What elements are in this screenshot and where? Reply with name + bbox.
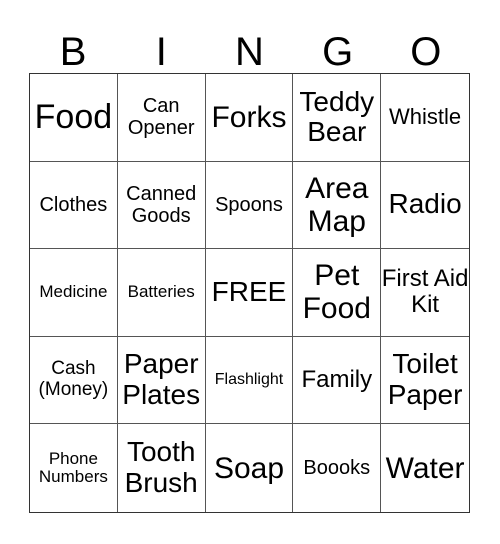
bingo-cell[interactable]: Canned Goods xyxy=(117,161,206,250)
bingo-cell[interactable]: Paper Plates xyxy=(117,336,206,425)
free-space[interactable]: FREE xyxy=(205,249,294,337)
header-letter-b: B xyxy=(59,30,87,74)
bingo-cell[interactable]: Forks xyxy=(205,74,294,162)
header-letter-o: O xyxy=(410,30,442,74)
bingo-cell[interactable]: Food xyxy=(30,74,118,162)
bingo-grid: Food Can Opener Forks Teddy Bear Whistle… xyxy=(29,73,470,513)
bingo-cell[interactable]: Family xyxy=(293,336,382,425)
bingo-cell[interactable]: Medicine xyxy=(30,249,118,337)
header-letter-i: I xyxy=(155,30,167,74)
bingo-cell[interactable]: Phone Numbers xyxy=(30,424,118,512)
bingo-cell[interactable]: Boooks xyxy=(293,424,382,512)
bingo-cell[interactable]: Teddy Bear xyxy=(293,74,382,162)
header-letter-n: N xyxy=(235,30,264,74)
bingo-cell[interactable]: First Aid Kit xyxy=(381,249,469,337)
bingo-cell[interactable]: Cash (Money) xyxy=(30,336,118,425)
header-letter-g: G xyxy=(322,30,354,74)
bingo-cell[interactable]: Batteries xyxy=(117,249,206,337)
bingo-cell[interactable]: Toilet Paper xyxy=(381,337,469,425)
bingo-cell[interactable]: Clothes xyxy=(30,161,118,250)
bingo-cell[interactable]: Radio xyxy=(381,162,469,250)
bingo-cell[interactable]: Spoons xyxy=(205,161,294,250)
bingo-cell[interactable]: Soap xyxy=(206,424,294,512)
bingo-cell[interactable]: Water xyxy=(381,424,469,512)
bingo-cell[interactable]: Flashlight xyxy=(205,336,294,425)
bingo-cell[interactable]: Pet Food xyxy=(293,249,382,337)
bingo-cell[interactable]: Whistle xyxy=(381,74,469,162)
bingo-cell[interactable]: Area Map xyxy=(293,161,382,250)
bingo-cell[interactable]: Tooth Brush xyxy=(118,424,206,512)
bingo-cell[interactable]: Can Opener xyxy=(117,74,206,162)
bingo-header: B I N G O xyxy=(29,30,470,74)
